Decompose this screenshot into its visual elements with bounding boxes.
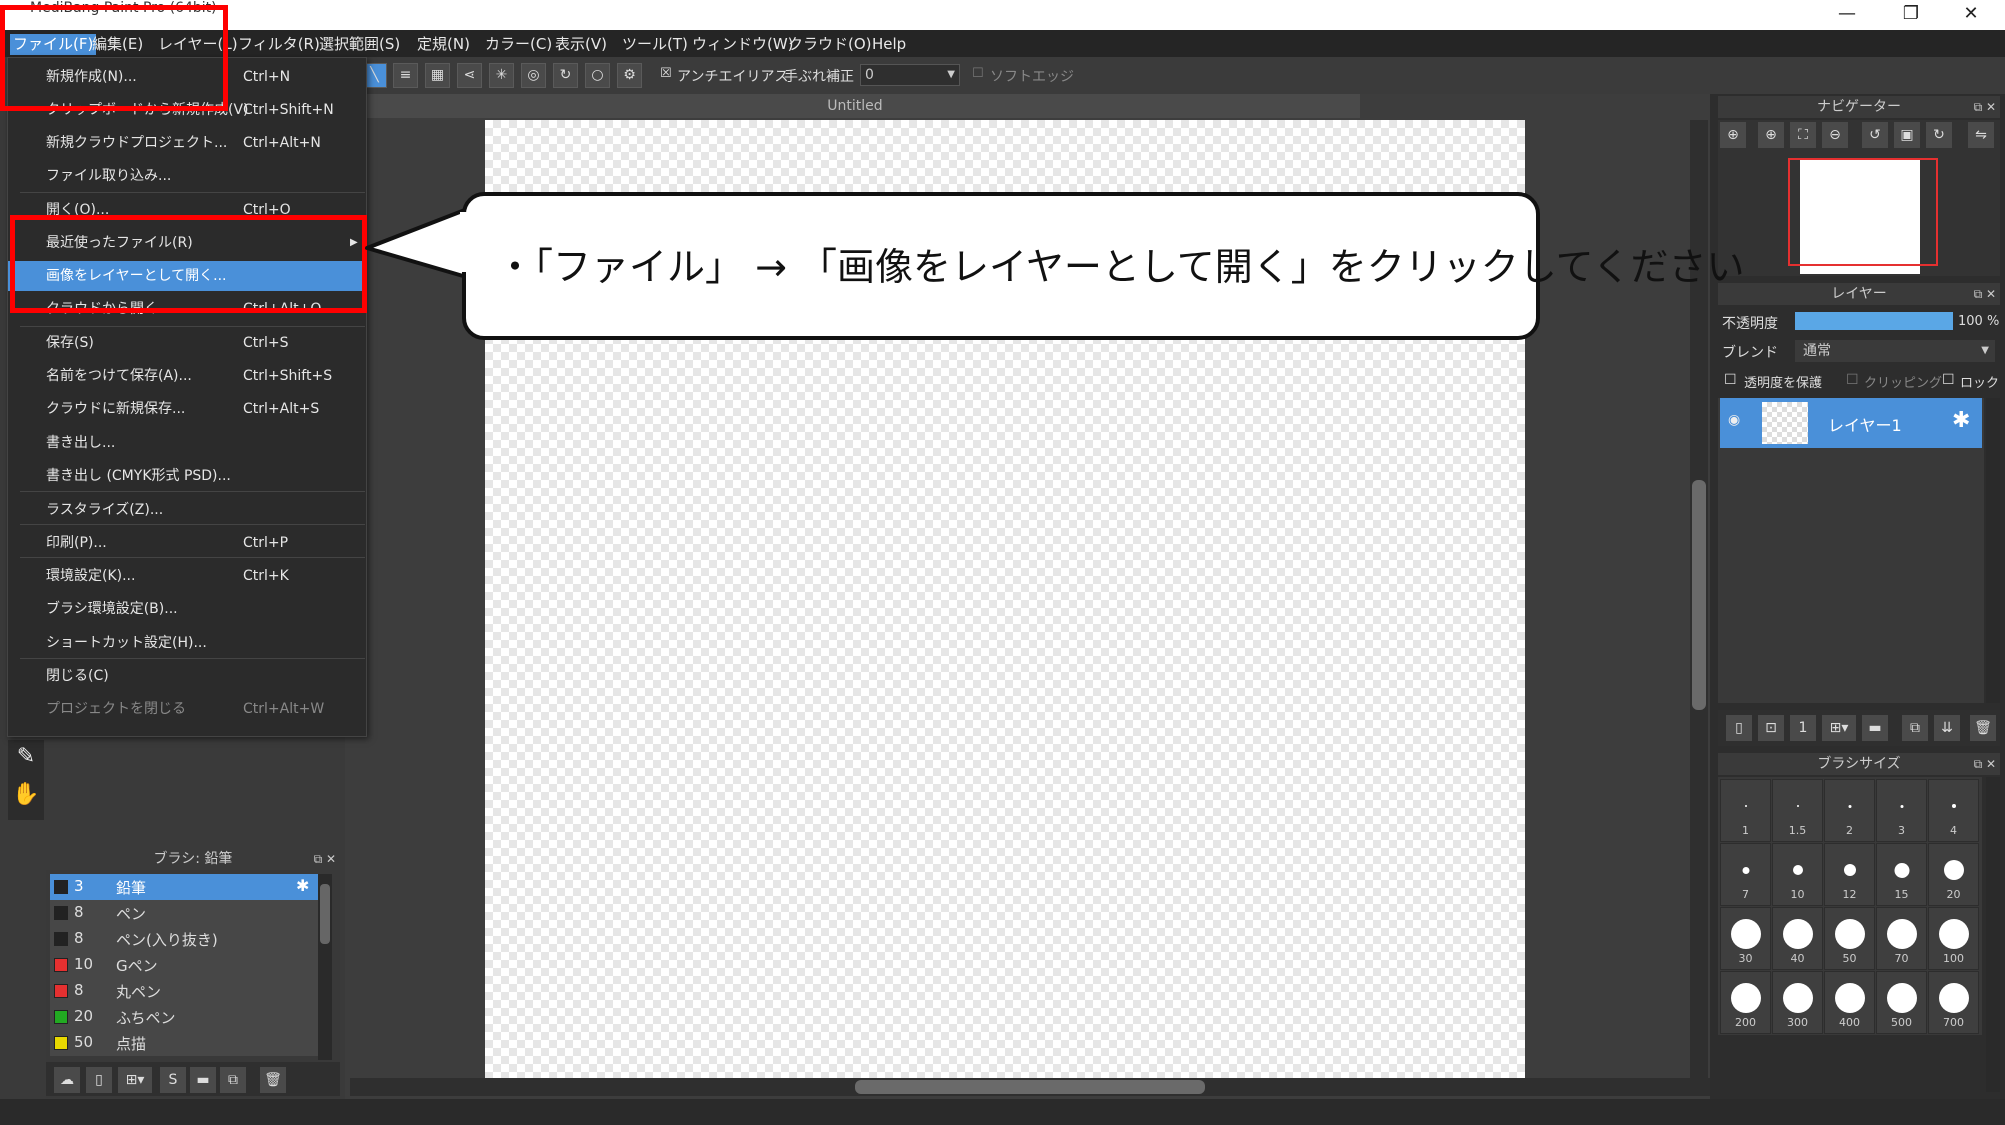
instruction-callout: ・「ファイル」 → 「画像をレイヤーとして開く」をクリックしてください xyxy=(462,192,1744,340)
callout-joint xyxy=(460,212,472,272)
instruction-text: ・「ファイル」 → 「画像をレイヤーとして開く」をクリックしてください xyxy=(496,245,1745,289)
callout-pointer xyxy=(365,206,472,280)
